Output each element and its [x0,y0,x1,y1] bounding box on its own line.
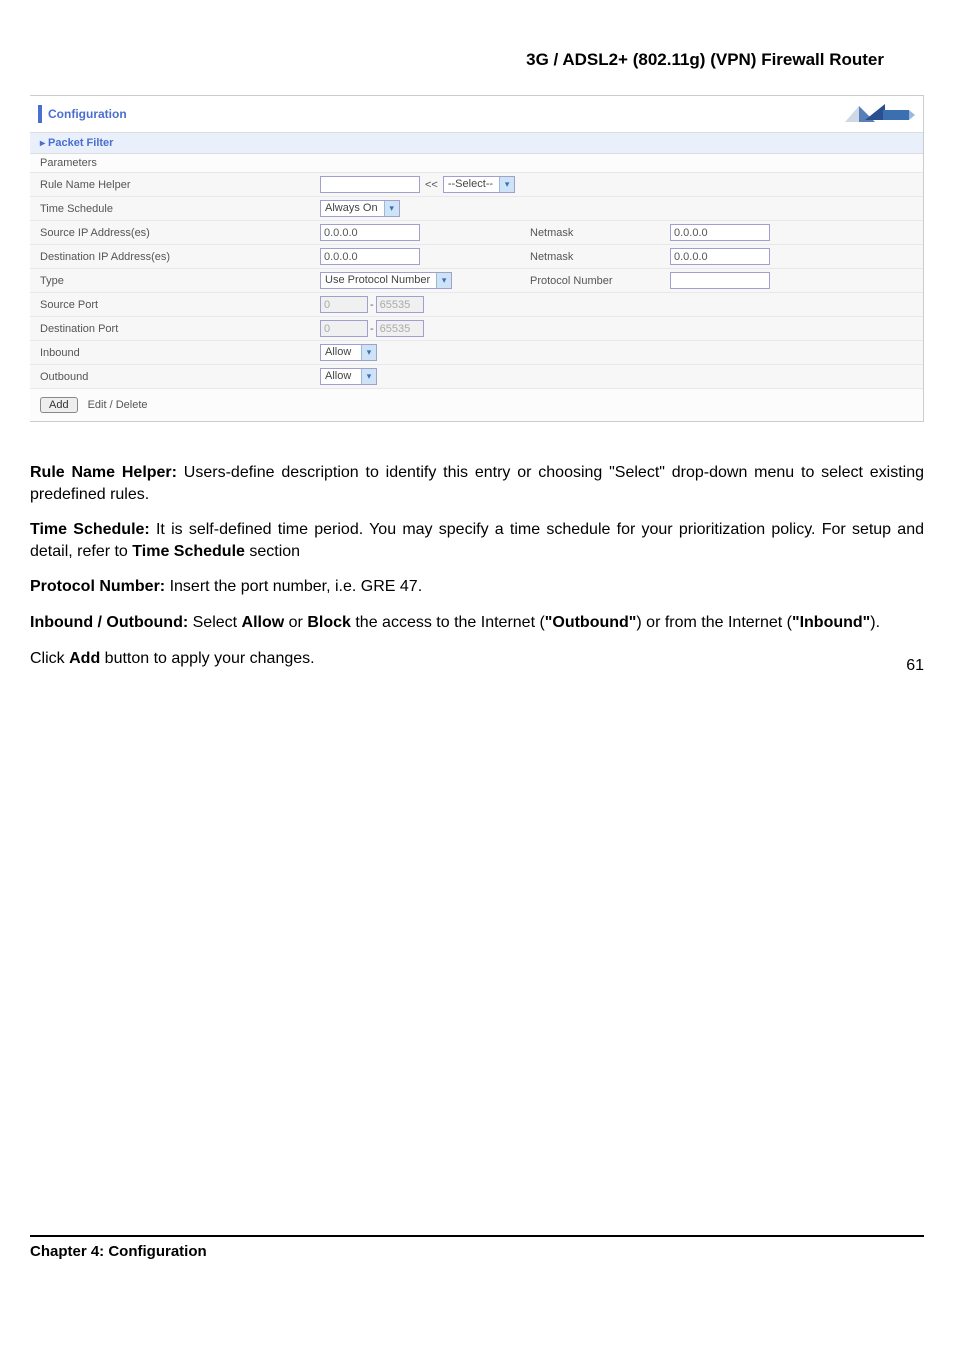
parameters-row: Parameters [30,154,923,173]
row-outbound: Outbound Allow ▾ [30,365,923,389]
type-label: Type [40,275,320,287]
dest-netmask-input[interactable] [670,248,770,265]
parameters-label: Parameters [40,157,320,169]
rule-name-label: Rule Name Helper [40,179,320,191]
outbound-label: Outbound [40,371,320,383]
add-button[interactable]: Add [40,397,78,413]
chevron-down-icon: ▾ [436,273,451,288]
rule-name-helper-term: Rule Name Helper: [30,464,177,481]
dash: - [370,323,374,335]
type-value: Use Protocol Number [321,273,436,288]
row-rule-name: Rule Name Helper << --Select-- ▾ [30,173,923,197]
source-ip-input[interactable] [320,224,420,241]
row-inbound: Inbound Allow ▾ [30,341,923,365]
outbound-dropdown[interactable]: Allow ▾ [320,368,377,385]
time-schedule-value: Always On [321,201,384,216]
rule-name-input[interactable] [320,176,420,193]
time-schedule-ref: Time Schedule [132,543,245,560]
row-time-schedule: Time Schedule Always On ▾ [30,197,923,221]
protocol-number-label: Protocol Number [530,275,670,287]
dest-netmask-label: Netmask [530,251,670,263]
doc-title: 3G / ADSL2+ (802.11g) (VPN) Firewall Rou… [30,50,924,70]
time-schedule-term: Time Schedule: [30,521,150,538]
type-dropdown[interactable]: Use Protocol Number ▾ [320,272,452,289]
chapter-label: Chapter 4: Configuration [30,1243,207,1260]
section-header: Packet Filter [30,133,923,154]
edit-delete-link[interactable]: Edit / Delete [88,399,148,411]
dest-port-to[interactable] [376,320,424,337]
outbound-value: Allow [321,369,361,384]
inbound-label: Inbound [40,347,320,359]
button-row: Add Edit / Delete [30,389,923,421]
panel-header: Configuration [30,96,923,133]
row-source-ip: Source IP Address(es) Netmask [30,221,923,245]
row-dest-port: Destination Port - [30,317,923,341]
row-type: Type Use Protocol Number ▾ Protocol Numb… [30,269,923,293]
protocol-number-term: Protocol Number: [30,578,165,595]
chevron-down-icon: ▾ [499,177,514,192]
helper-arrow: << [422,179,441,191]
dest-port-from[interactable] [320,320,368,337]
dest-port-label: Destination Port [40,323,320,335]
panel-title: Configuration [48,107,127,121]
source-port-to[interactable] [376,296,424,313]
chevron-down-icon: ▾ [361,345,376,360]
chevron-down-icon: ▾ [384,201,399,216]
protocol-number-input[interactable] [670,272,770,289]
inbound-dropdown[interactable]: Allow ▾ [320,344,377,361]
body-text: Rule Name Helper: Users-define descripti… [30,462,924,669]
source-port-from[interactable] [320,296,368,313]
time-schedule-dropdown[interactable]: Always On ▾ [320,200,400,217]
chevron-down-icon: ▾ [361,369,376,384]
source-netmask-input[interactable] [670,224,770,241]
rule-select-value: --Select-- [444,177,499,192]
time-schedule-desc2: section [245,543,300,560]
accent-bar [38,105,42,123]
protocol-number-desc: Insert the port number, i.e. GRE 47. [165,578,422,595]
config-panel: Configuration Packet Filter Parameters R… [30,95,924,422]
dash: - [370,299,374,311]
header-logo [845,102,915,126]
source-port-label: Source Port [40,299,320,311]
rule-select-dropdown[interactable]: --Select-- ▾ [443,176,515,193]
page-footer: Chapter 4: Configuration [30,1235,924,1260]
row-dest-ip: Destination IP Address(es) Netmask [30,245,923,269]
source-ip-label: Source IP Address(es) [40,227,320,239]
dest-ip-label: Destination IP Address(es) [40,251,320,263]
source-netmask-label: Netmask [530,227,670,239]
inbound-value: Allow [321,345,361,360]
inbound-outbound-term: Inbound / Outbound: [30,614,188,631]
row-source-port: Source Port - [30,293,923,317]
dest-ip-input[interactable] [320,248,420,265]
time-schedule-label: Time Schedule [40,203,320,215]
